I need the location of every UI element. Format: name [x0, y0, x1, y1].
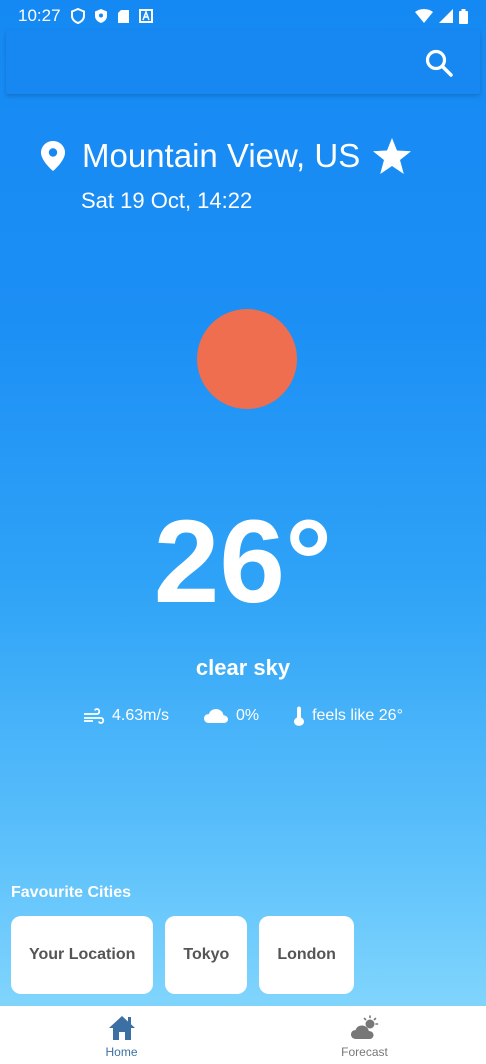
nav-forecast[interactable]: Forecast — [243, 1006, 486, 1064]
favourite-city-card[interactable]: London — [259, 916, 354, 994]
cloud-stat: 0% — [203, 707, 259, 725]
sd-card-icon — [117, 9, 129, 23]
nav-home-label: Home — [105, 1045, 138, 1059]
thermometer-icon — [294, 706, 305, 726]
sun-icon — [197, 309, 297, 409]
location-header: Mountain View, US — [40, 136, 412, 176]
wifi-icon — [415, 9, 433, 23]
shield-icon — [94, 9, 107, 23]
wind-speed: 4.63m/s — [112, 707, 169, 724]
search-icon[interactable] — [424, 48, 454, 78]
temperature: 26° — [153, 496, 333, 628]
favourite-star-icon[interactable] — [372, 137, 412, 175]
cloudiness: 0% — [235, 707, 260, 724]
date-time: Sat 19 Oct, 14:22 — [81, 188, 253, 213]
home-icon — [108, 1016, 135, 1040]
feels-like-stat: feels like 26° — [293, 706, 403, 726]
status-bar: 10:27 — [0, 0, 486, 32]
signal-icon — [439, 9, 453, 23]
wind-icon — [84, 708, 105, 724]
partly-cloudy-icon — [350, 1015, 378, 1039]
weather-condition: clear sky — [195, 655, 291, 680]
location-pin-icon — [41, 141, 65, 171]
favourite-cities-title: Favourite Cities — [11, 884, 132, 901]
city-name: Mountain View, US — [82, 137, 361, 174]
cloud-icon — [203, 709, 228, 723]
weather-stats: 4.63m/s 0% feels like 26° — [0, 706, 486, 726]
status-time: 10:27 — [18, 6, 61, 25]
battery-icon — [459, 8, 468, 24]
bottom-navigation: Home Forecast — [0, 1006, 486, 1064]
nav-forecast-label: Forecast — [341, 1045, 388, 1059]
favourite-city-card[interactable]: Your Location — [11, 916, 154, 994]
app-bar — [6, 30, 480, 94]
font-a-icon — [138, 9, 153, 23]
shield-outline-icon — [70, 8, 85, 24]
wind-stat: 4.63m/s — [83, 707, 169, 725]
favourite-city-card[interactable]: Tokyo — [165, 916, 248, 994]
favourite-cities-list: Your Location Tokyo London — [11, 916, 354, 994]
nav-home[interactable]: Home — [0, 1006, 243, 1064]
feels-like: feels like 26° — [312, 707, 403, 724]
